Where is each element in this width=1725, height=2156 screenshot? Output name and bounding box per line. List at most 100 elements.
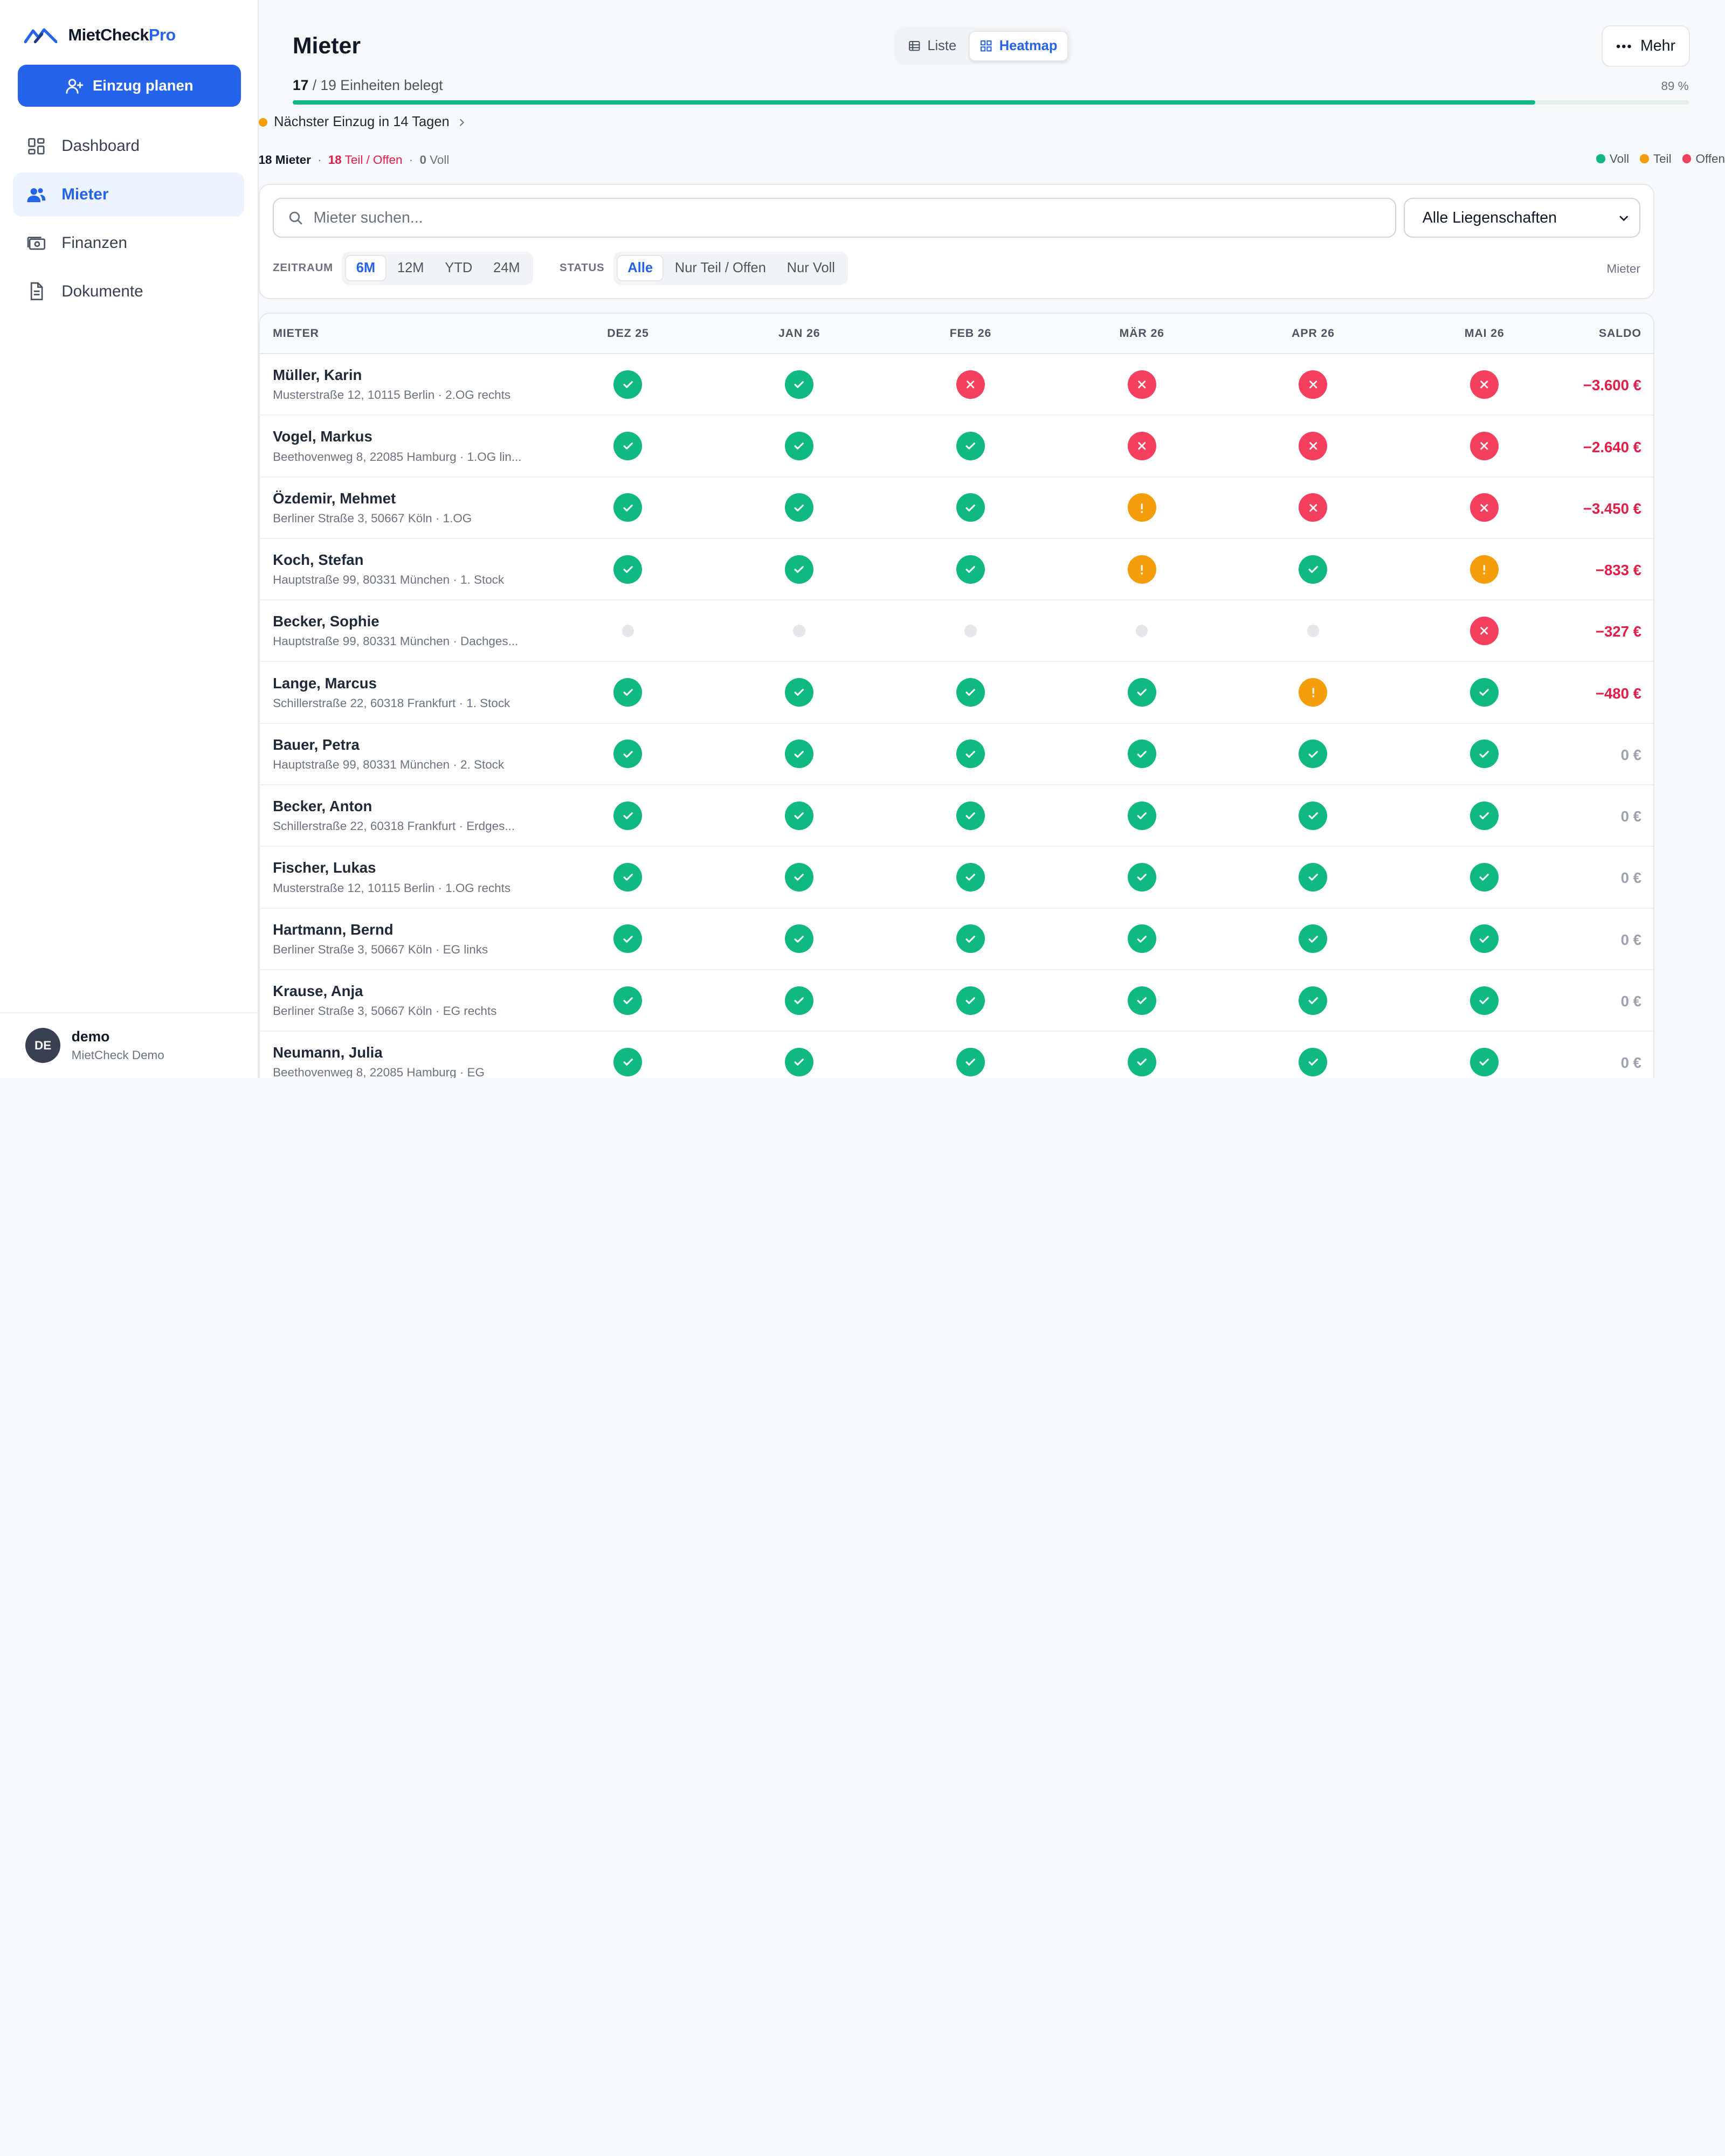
month-cell[interactable]: [714, 986, 885, 1015]
sidebar-item-dokumente[interactable]: Dokumente: [13, 270, 244, 314]
month-cell[interactable]: [542, 740, 714, 769]
month-cell[interactable]: [885, 555, 1057, 584]
month-cell[interactable]: [1399, 862, 1570, 892]
month-cell[interactable]: [1399, 616, 1570, 645]
sidebar-item-mieter[interactable]: Mieter: [13, 172, 245, 217]
month-cell[interactable]: [714, 862, 885, 892]
zeitraum-12m[interactable]: 12M: [388, 255, 434, 281]
table-row[interactable]: Koch, Stefan Hauptstraße 99, 80331 Münche…: [259, 539, 1654, 601]
view-liste-button[interactable]: Liste: [898, 31, 966, 61]
zeitraum-ytd[interactable]: YTD: [435, 255, 482, 281]
month-cell[interactable]: [1399, 431, 1570, 461]
search-input[interactable]: [313, 209, 1304, 227]
table-row[interactable]: Becker, Anton Schillerstraße 22, 60318 Fr…: [259, 785, 1654, 847]
month-cell[interactable]: [542, 370, 714, 399]
month-cell[interactable]: [714, 370, 885, 399]
month-cell[interactable]: [885, 431, 1057, 461]
month-cell[interactable]: [1227, 801, 1399, 830]
month-cell[interactable]: [542, 431, 714, 461]
einzug-planen-button[interactable]: Einzug planen: [17, 65, 241, 107]
status-alle[interactable]: Alle: [616, 255, 664, 282]
month-cell[interactable]: [714, 924, 885, 953]
status-voll[interactable]: Nur Voll: [777, 255, 845, 281]
table-row[interactable]: Hartmann, Bernd Berliner Straße 3, 50667 …: [259, 909, 1654, 970]
month-cell[interactable]: [1056, 862, 1227, 892]
month-cell[interactable]: [1227, 555, 1399, 584]
zeitraum-6m[interactable]: 6M: [345, 255, 387, 282]
month-cell[interactable]: [714, 625, 885, 637]
month-cell[interactable]: [542, 625, 714, 637]
month-cell[interactable]: [1056, 678, 1227, 707]
month-cell[interactable]: [542, 493, 714, 522]
month-cell[interactable]: [542, 862, 714, 892]
month-cell[interactable]: [1399, 801, 1570, 830]
next-move-link[interactable]: Nächster Einzug in 14 Tagen: [258, 114, 467, 130]
table-row[interactable]: Müller, Karin Musterstraße 12, 10115 Berl…: [259, 354, 1654, 416]
more-button[interactable]: Mehr: [1602, 25, 1690, 67]
month-cell[interactable]: [1227, 862, 1399, 892]
month-cell[interactable]: [1227, 986, 1399, 1015]
month-cell[interactable]: [885, 924, 1057, 953]
month-cell[interactable]: [1399, 493, 1570, 522]
month-cell[interactable]: [542, 678, 714, 707]
month-cell[interactable]: [885, 493, 1057, 522]
month-cell[interactable]: [542, 986, 714, 1015]
month-cell[interactable]: [1399, 924, 1570, 953]
month-cell[interactable]: [1056, 740, 1227, 769]
month-cell[interactable]: [1227, 625, 1399, 637]
month-cell[interactable]: [885, 740, 1057, 769]
month-cell[interactable]: [714, 801, 885, 830]
table-row[interactable]: Lange, Marcus Schillerstraße 22, 60318 Fr…: [259, 662, 1654, 724]
month-cell[interactable]: [1399, 986, 1570, 1015]
month-cell[interactable]: [714, 431, 885, 461]
month-cell[interactable]: [1056, 625, 1227, 637]
month-cell[interactable]: [714, 1047, 885, 1076]
month-cell[interactable]: [1227, 924, 1399, 953]
month-cell[interactable]: [1399, 740, 1570, 769]
month-cell[interactable]: [714, 555, 885, 584]
month-cell[interactable]: [1056, 431, 1227, 461]
month-cell[interactable]: [1056, 555, 1227, 584]
month-cell[interactable]: [1056, 1047, 1227, 1076]
view-heatmap-button[interactable]: Heatmap: [968, 31, 1068, 62]
month-cell[interactable]: [1227, 431, 1399, 461]
month-cell[interactable]: [714, 493, 885, 522]
sidebar-item-dashboard[interactable]: Dashboard: [13, 125, 244, 169]
month-cell[interactable]: [1056, 986, 1227, 1015]
month-cell[interactable]: [885, 370, 1057, 399]
sidebar-item-finanzen[interactable]: Finanzen: [13, 221, 244, 265]
month-cell[interactable]: [1227, 678, 1399, 707]
month-cell[interactable]: [1056, 493, 1227, 522]
month-cell[interactable]: [885, 678, 1057, 707]
month-cell[interactable]: [1056, 801, 1227, 830]
brand[interactable]: MietCheckPro: [0, 0, 258, 49]
table-row[interactable]: Bauer, Petra Hauptstraße 99, 80331 Münche…: [259, 724, 1654, 786]
table-row[interactable]: Fischer, Lukas Musterstraße 12, 10115 Ber…: [259, 847, 1654, 909]
month-cell[interactable]: [885, 862, 1057, 892]
zeitraum-24m[interactable]: 24M: [484, 255, 530, 281]
month-cell[interactable]: [1399, 1047, 1570, 1076]
month-cell[interactable]: [1227, 493, 1399, 522]
month-cell[interactable]: [542, 924, 714, 953]
month-cell[interactable]: [714, 740, 885, 769]
month-cell[interactable]: [885, 1047, 1057, 1076]
month-cell[interactable]: [885, 986, 1057, 1015]
month-cell[interactable]: [1399, 555, 1570, 584]
month-cell[interactable]: [542, 555, 714, 584]
status-teil-offen[interactable]: Nur Teil / Offen: [665, 255, 776, 281]
month-cell[interactable]: [1227, 370, 1399, 399]
month-cell[interactable]: [1056, 924, 1227, 953]
property-select[interactable]: Alle Liegenschaften: [1404, 198, 1640, 238]
month-cell[interactable]: [542, 801, 714, 830]
user-profile[interactable]: DE demo MietCheck Demo: [0, 1012, 258, 1078]
month-cell[interactable]: [1227, 1047, 1399, 1076]
month-cell[interactable]: [714, 678, 885, 707]
table-row[interactable]: Özdemir, Mehmet Berliner Straße 3, 50667 …: [259, 478, 1654, 539]
month-cell[interactable]: [1399, 678, 1570, 707]
month-cell[interactable]: [885, 801, 1057, 830]
table-row[interactable]: Becker, Sophie Hauptstraße 99, 80331 Münc…: [259, 600, 1654, 662]
month-cell[interactable]: [1227, 740, 1399, 769]
month-cell[interactable]: [1399, 370, 1570, 399]
table-row[interactable]: Vogel, Markus Beethovenweg 8, 22085 Hambu…: [259, 416, 1654, 478]
month-cell[interactable]: [1056, 370, 1227, 399]
